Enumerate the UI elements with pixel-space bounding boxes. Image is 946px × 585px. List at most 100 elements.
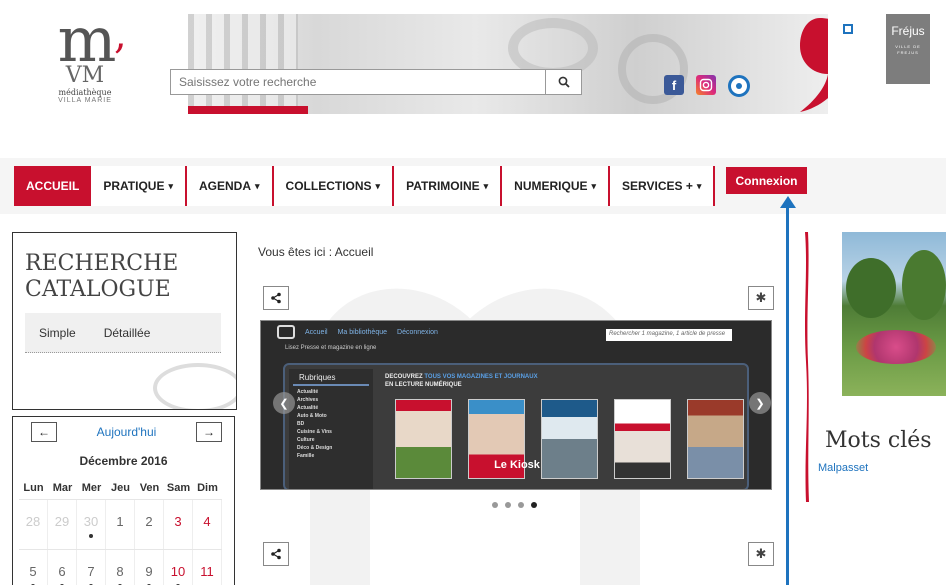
calendar-day[interactable]: 2 [135, 500, 164, 549]
catalog-search-box: RECHERCHE CATALOGUE Simple Détaillée [12, 232, 237, 410]
kiosk-nav-home: Accueil [305, 328, 328, 336]
connexion-button[interactable]: Connexion [726, 167, 807, 194]
calendar-day[interactable]: 1 [106, 500, 135, 549]
facebook-glyph: f [671, 77, 677, 93]
caret-down-icon: ▾ [483, 180, 489, 191]
calendar-widget: ← Aujourd'hui → Décembre 2016 Lun Mar Me… [12, 416, 235, 585]
nav-item-label: NUMERIQUE [514, 179, 588, 193]
accessibility-eye-icon[interactable] [728, 75, 750, 97]
calendar-month: Décembre 2016 [79, 454, 168, 468]
weekday-label: Mer [81, 482, 102, 494]
kiosk-caption: Le Kiosk [494, 459, 540, 471]
calendar-today-link[interactable]: Aujourd'hui [97, 425, 157, 439]
caret-down-icon: ▾ [591, 180, 597, 191]
settings-button[interactable]: ✱ [748, 286, 774, 310]
slider-prev-button[interactable]: ❮ [273, 392, 295, 414]
calendar-day[interactable]: 5 [19, 550, 48, 585]
weekday-label: Ven [139, 482, 160, 494]
slider-dot[interactable] [492, 502, 498, 508]
calendar-day[interactable]: 10 [164, 550, 193, 585]
calendar-day-number: 9 [145, 564, 153, 579]
calendar-grid: 28 29 30 1 2 3 4 5 6 7 8 9 10 11 [19, 499, 222, 585]
calendar-day-number: 8 [116, 564, 124, 579]
slider-dot[interactable] [505, 502, 511, 508]
settings-button[interactable]: ✱ [748, 542, 774, 566]
mediatheque-logo[interactable]: m , VM médiathèque VILLA MARIE [40, 9, 130, 110]
search-icon [558, 76, 570, 88]
kiosk-search-field: Rechercher 1 magazine, 1 article de pres… [606, 329, 732, 341]
calendar-day[interactable]: 30 [77, 500, 106, 549]
frejus-city-logo[interactable]: Fréjus VILLE DE FREJUS [886, 14, 930, 84]
caret-down-icon: ▾ [255, 180, 260, 191]
garden-photo[interactable] [842, 232, 946, 396]
calendar-day[interactable]: 29 [48, 500, 77, 549]
calendar-day[interactable]: 4 [193, 500, 222, 549]
calendar-day[interactable]: 9 [135, 550, 164, 585]
calendar-day-number: 3 [174, 514, 182, 529]
caret-down-icon: ▾ [375, 180, 381, 191]
catalog-tabs: Simple Détaillée [25, 313, 221, 353]
calendar-day[interactable]: 8 [106, 550, 135, 585]
calendar-day-number: 29 [54, 514, 70, 529]
calendar-day-number: 30 [83, 514, 99, 529]
slider-next-button[interactable]: ❯ [749, 392, 771, 414]
keyword-link-malpasset[interactable]: Malpasset [818, 462, 868, 474]
kiosk-intro-b: TOUS VOS MAGAZINES ET JOURNAUX [424, 374, 538, 380]
nav-item-services[interactable]: SERVICES + ▾ [610, 166, 716, 206]
arrow-left-icon: ← [38, 425, 50, 439]
main-nav: ACCUEIL PRATIQUE ▾ AGENDA ▾ COLLECTIONS ▾ P… [14, 166, 716, 206]
search-button[interactable] [545, 70, 581, 94]
nav-item-accueil[interactable]: ACCUEIL [14, 166, 92, 206]
nav-item-numerique[interactable]: NUMERIQUE ▾ [502, 166, 611, 206]
calendar-day-number: 1 [116, 514, 124, 529]
nav-item-agenda[interactable]: AGENDA ▾ [187, 166, 274, 206]
nav-item-collections[interactable]: COLLECTIONS ▾ [273, 166, 395, 206]
big-comma-icon [800, 18, 828, 112]
search-input[interactable] [171, 70, 545, 94]
external-link-icon[interactable] [843, 24, 853, 34]
tab-simple[interactable]: Simple [25, 326, 90, 340]
kiosk-rubrique: BD [297, 421, 305, 427]
frejus-city-tagline: VILLE DE FREJUS [895, 44, 921, 55]
calendar-day[interactable]: 7 [77, 550, 106, 585]
tab-detailed[interactable]: Détaillée [90, 326, 165, 340]
frejus-city-name: Fréjus [891, 24, 925, 38]
nav-item-patrimoine[interactable]: PATRIMOINE ▾ [394, 166, 503, 206]
calendar-day[interactable]: 6 [48, 550, 77, 585]
share-icon [271, 292, 281, 304]
calendar-day[interactable]: 28 [19, 500, 48, 549]
share-button[interactable] [263, 286, 289, 310]
calendar-prev-button[interactable]: ← [31, 422, 57, 442]
chevron-left-icon: ❮ [279, 397, 289, 410]
kiosk-rubrique: Culture [297, 437, 315, 443]
kiosk-nav-library: Ma bibliothèque [337, 328, 388, 336]
instagram-icon[interactable] [696, 75, 716, 95]
slider-pagination [492, 502, 537, 508]
red-brush-divider [805, 232, 809, 502]
logo-vm: VM [65, 63, 105, 88]
eye-pupil-icon [736, 83, 742, 89]
gear-icon: ✱ [755, 546, 767, 561]
annotation-arrow-head-icon [780, 196, 796, 208]
caret-down-icon: ▾ [696, 180, 702, 191]
kiosk-slide[interactable]: Accueil Ma bibliothèque Déconnexion Rech… [260, 320, 772, 490]
calendar-next-button[interactable]: → [195, 422, 222, 442]
arrow-right-icon: → [202, 425, 215, 439]
breadcrumb: Vous êtes ici : Accueil [258, 245, 374, 259]
nav-item-label: ACCUEIL [26, 179, 80, 193]
share-button[interactable] [263, 542, 289, 566]
nav-item-label: PATRIMOINE [406, 179, 480, 193]
facebook-icon[interactable]: f [664, 75, 684, 95]
calendar-day[interactable]: 11 [193, 550, 222, 585]
nav-item-pratique[interactable]: PRATIQUE ▾ [91, 166, 187, 206]
banner-accent-bar [188, 106, 308, 114]
kiosk-nav-logout: Déconnexion [397, 328, 438, 336]
calendar-week-row: 28 29 30 1 2 3 4 [19, 499, 222, 549]
calendar-day[interactable]: 3 [164, 500, 193, 549]
calendar-day-number: 6 [58, 564, 66, 579]
calendar-day-number: 28 [25, 514, 41, 529]
kiosk-rubriques: Rubriques Actualité Archives Actualité A… [289, 369, 373, 489]
slider-dot[interactable] [518, 502, 524, 508]
logo-comma-icon: , [114, 12, 127, 58]
slider-dot[interactable] [531, 502, 537, 508]
